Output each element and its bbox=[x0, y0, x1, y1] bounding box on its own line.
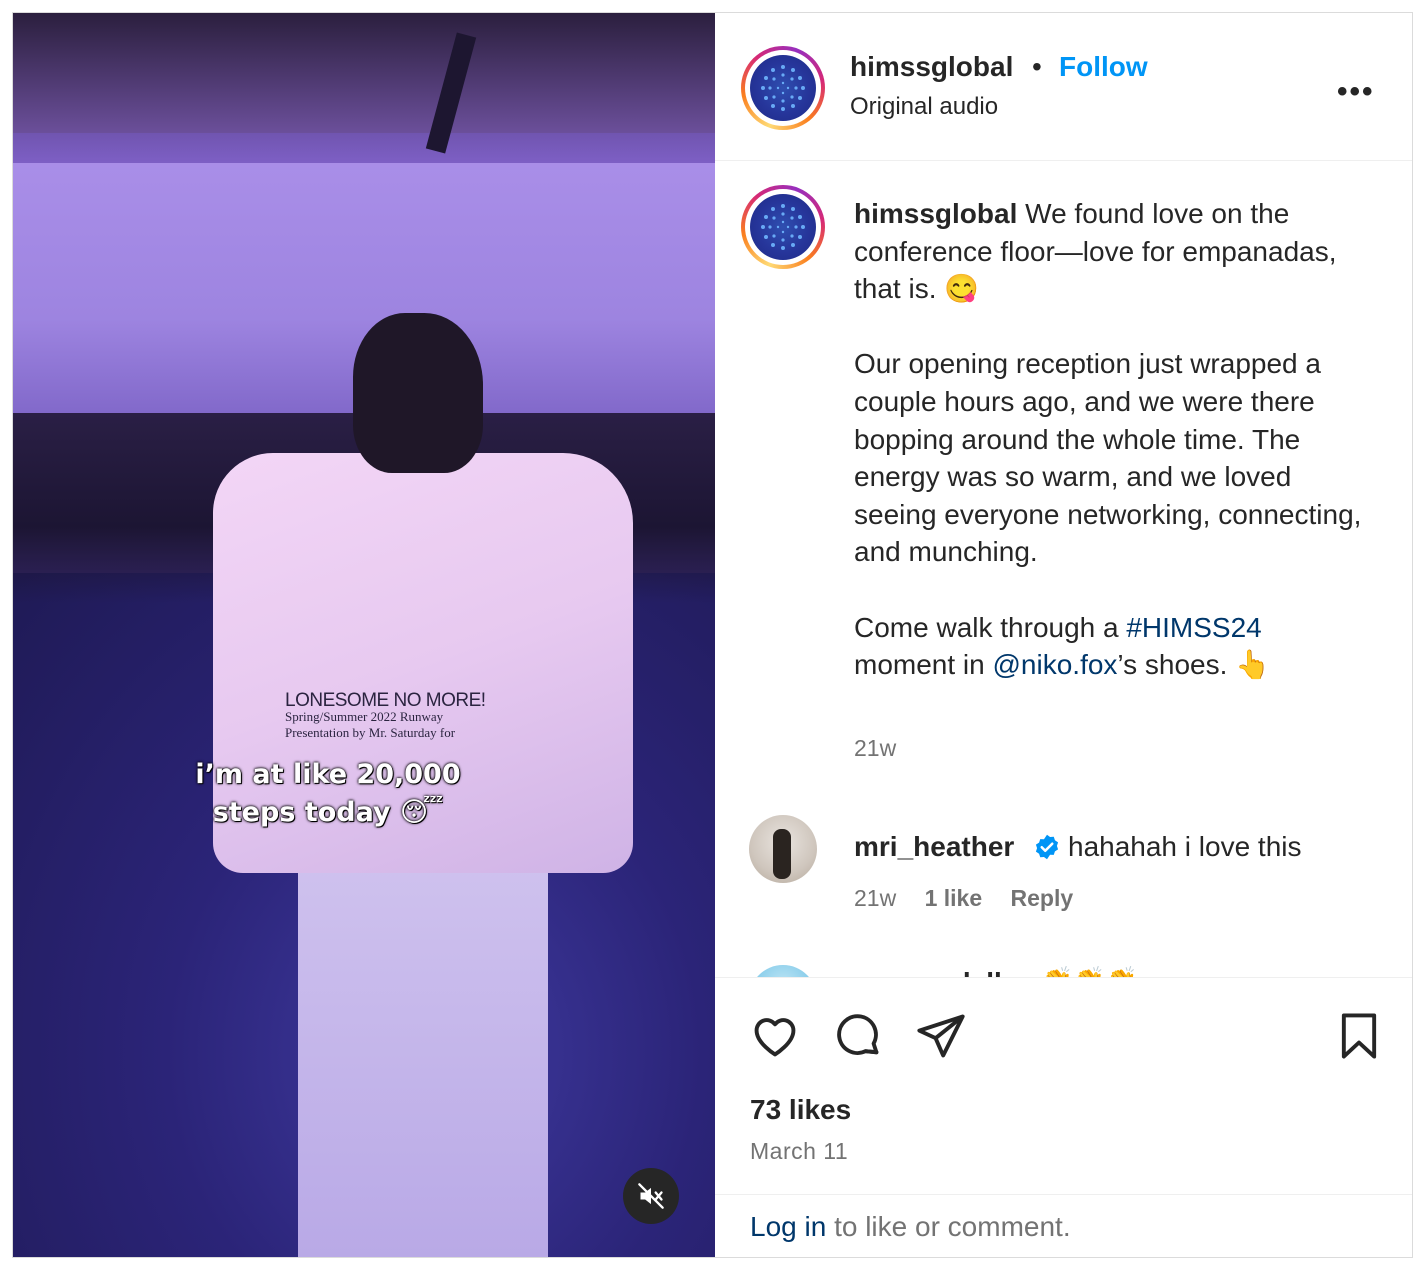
author-avatar[interactable] bbox=[741, 46, 825, 130]
comment-text: 👏👏👏 bbox=[1041, 965, 1138, 977]
post-side-panel: himssglobal • Follow Original audio ••• bbox=[715, 13, 1412, 1257]
login-rest-text: to like or comment. bbox=[826, 1211, 1071, 1242]
himss-logo-icon bbox=[761, 204, 805, 250]
post-video[interactable]: LONESOME NO MORE! Spring/Summer 2022 Run… bbox=[13, 13, 715, 1257]
comment-username[interactable]: poonamlalka bbox=[854, 967, 1025, 977]
caption-author-avatar[interactable] bbox=[741, 185, 825, 269]
comment-meta: 21w 1 like Reply bbox=[854, 885, 1095, 912]
post-date[interactable]: March 11 bbox=[750, 1138, 848, 1165]
header-separator: • bbox=[1032, 51, 1042, 82]
caption-username[interactable]: himssglobal bbox=[854, 198, 1017, 229]
post-actions: 73 likes March 11 Log in to like or comm… bbox=[715, 977, 1412, 1258]
commenter-avatar[interactable] bbox=[749, 965, 817, 977]
instagram-post: LONESOME NO MORE! Spring/Summer 2022 Run… bbox=[12, 12, 1413, 1258]
hashtag-link[interactable]: #HIMSS24 bbox=[1126, 612, 1261, 643]
overlay-line-1: i’m at like 20,000 bbox=[195, 759, 461, 790]
video-overlay-caption: i’m at like 20,000 steps today 😴 bbox=[163, 756, 493, 832]
verified-badge-icon bbox=[1035, 834, 1059, 860]
comment-timestamp[interactable]: 21w bbox=[854, 885, 896, 911]
video-person-head bbox=[353, 313, 483, 473]
comment-username[interactable]: mri_heather bbox=[854, 831, 1014, 863]
video-person-pants bbox=[298, 853, 548, 1257]
overlay-line-2: steps today 😴 bbox=[212, 797, 444, 828]
comment-text: hahahah i love this bbox=[1068, 831, 1302, 862]
mention-link[interactable]: @niko.fox bbox=[993, 649, 1118, 680]
original-audio-link[interactable]: Original audio bbox=[850, 93, 998, 121]
follow-button[interactable]: Follow bbox=[1059, 51, 1148, 83]
himss-logo-icon bbox=[761, 65, 805, 111]
heart-icon[interactable] bbox=[749, 1010, 801, 1062]
post-caption: himssglobal We found love on the confere… bbox=[854, 195, 1364, 684]
mute-toggle-button[interactable] bbox=[623, 1168, 679, 1224]
comment-reply-button[interactable]: Reply bbox=[1011, 885, 1074, 911]
login-prompt-text: Log in to like or comment. bbox=[750, 1211, 1071, 1243]
caption-timestamp[interactable]: 21w bbox=[854, 735, 896, 762]
share-icon[interactable] bbox=[915, 1010, 967, 1062]
speaker-muted-icon bbox=[638, 1183, 664, 1209]
comment-likes[interactable]: 1 like bbox=[925, 885, 983, 911]
jacket-line-2: Presentation by Mr. Saturday for bbox=[285, 725, 456, 740]
commenter-avatar[interactable] bbox=[749, 815, 817, 883]
likes-count[interactable]: 73 likes bbox=[750, 1094, 851, 1126]
login-prompt: Log in to like or comment. bbox=[715, 1194, 1412, 1259]
bookmark-icon[interactable] bbox=[1333, 1010, 1385, 1062]
caption-paragraph-2: Our opening reception just wrapped a cou… bbox=[854, 348, 1370, 568]
post-header: himssglobal • Follow Original audio ••• bbox=[715, 13, 1412, 161]
login-link[interactable]: Log in bbox=[750, 1211, 826, 1242]
more-options-button[interactable]: ••• bbox=[1337, 75, 1375, 109]
caption-para3-post: ’s shoes. 👆 bbox=[1117, 649, 1271, 681]
jacket-title: LONESOME NO MORE! bbox=[285, 690, 486, 711]
author-username[interactable]: himssglobal bbox=[850, 51, 1013, 83]
comment-icon[interactable] bbox=[832, 1010, 884, 1062]
jacket-line-1: Spring/Summer 2022 Runway bbox=[285, 709, 444, 724]
jacket-print-text: LONESOME NO MORE! Spring/Summer 2022 Run… bbox=[285, 690, 495, 741]
caption-para3-pre: Come walk through a bbox=[854, 611, 1127, 643]
video-ceiling bbox=[13, 13, 715, 133]
comments-section[interactable]: himssglobal We found love on the confere… bbox=[715, 161, 1412, 977]
